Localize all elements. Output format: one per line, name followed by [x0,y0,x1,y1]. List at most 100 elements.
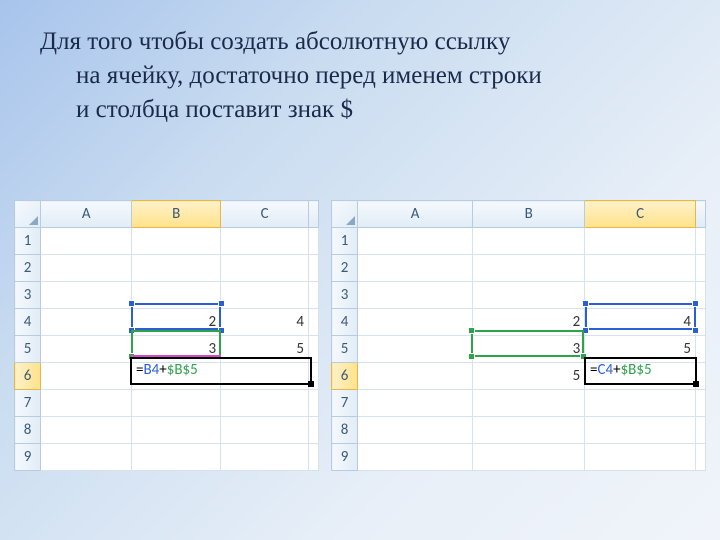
col-header-C[interactable]: C [221,201,309,228]
cell[interactable] [358,309,473,336]
row-header-1[interactable]: 1 [332,228,358,255]
cell[interactable] [221,417,309,444]
cell[interactable] [309,228,319,255]
cell[interactable] [41,417,132,444]
row-header-3[interactable]: 3 [15,282,41,309]
cell[interactable] [41,363,132,390]
row-header-9[interactable]: 9 [15,444,41,471]
cell[interactable] [309,282,319,309]
cell[interactable] [309,309,319,336]
cell[interactable] [473,444,585,471]
cell-C4[interactable]: 4 [221,309,309,336]
cell-C4[interactable]: 4 [585,309,696,336]
cell[interactable] [41,309,132,336]
cell[interactable] [358,282,473,309]
cell[interactable] [696,363,706,390]
cell[interactable] [585,444,696,471]
cell[interactable] [358,336,473,363]
cell[interactable] [585,282,696,309]
cell[interactable] [358,417,473,444]
cell[interactable] [473,390,585,417]
col-header-B[interactable]: B [132,201,221,228]
cell[interactable] [696,336,706,363]
row-header-8[interactable]: 8 [15,417,41,444]
cell[interactable] [585,417,696,444]
cell[interactable] [41,336,132,363]
row-header-5[interactable]: 5 [332,336,358,363]
cell-B6[interactable]: 5 [473,363,585,390]
cell[interactable] [221,282,309,309]
cell[interactable] [132,282,221,309]
cell[interactable] [358,255,473,282]
cell[interactable] [696,228,706,255]
row-header-4[interactable]: 4 [15,309,41,336]
formula-ref: C4 [597,361,613,379]
col-header-B[interactable]: B [473,201,585,228]
cell[interactable] [309,363,319,390]
cell[interactable] [473,228,585,255]
cell[interactable] [221,255,309,282]
cell[interactable] [585,390,696,417]
cell[interactable] [132,444,221,471]
cell-B4[interactable]: 2 [473,309,585,336]
cell[interactable] [309,336,319,363]
cell[interactable] [41,444,132,471]
cell[interactable] [309,255,319,282]
row-header-6[interactable]: 6 [332,363,358,390]
col-header-A[interactable]: A [358,201,473,228]
cell[interactable] [41,255,132,282]
row-header-1[interactable]: 1 [15,228,41,255]
row-header-2[interactable]: 2 [332,255,358,282]
cell[interactable] [696,255,706,282]
cell-C5[interactable]: 5 [585,336,696,363]
row-header-7[interactable]: 7 [332,390,358,417]
cell[interactable] [221,444,309,471]
row-header-8[interactable]: 8 [332,417,358,444]
cell[interactable] [358,390,473,417]
cell[interactable] [309,444,319,471]
row-header-6[interactable]: 6 [15,363,41,390]
cell[interactable] [221,390,309,417]
row-header-9[interactable]: 9 [332,444,358,471]
cell-B5[interactable]: 3 [132,336,221,363]
col-header-C[interactable]: C [585,201,696,228]
cell[interactable] [473,282,585,309]
cell[interactable] [696,417,706,444]
cell[interactable] [41,390,132,417]
cell[interactable] [696,309,706,336]
cell[interactable] [221,228,309,255]
cell[interactable] [473,417,585,444]
cell[interactable] [358,444,473,471]
cell[interactable] [41,282,132,309]
cell[interactable] [132,255,221,282]
cell[interactable] [41,228,132,255]
col-header-A[interactable]: A [41,201,132,228]
row-header-4[interactable]: 4 [332,309,358,336]
cell-C5[interactable]: 5 [221,336,309,363]
cell[interactable] [585,228,696,255]
cell[interactable] [473,255,585,282]
cell[interactable] [696,444,706,471]
cell[interactable] [696,390,706,417]
grid-left[interactable]: A B C 1 2 3 424 535 6 7 8 9 [14,200,319,471]
cell-B5[interactable]: 3 [473,336,585,363]
cell[interactable] [221,363,309,390]
select-all-corner[interactable] [332,201,358,228]
row-header-5[interactable]: 5 [15,336,41,363]
cell[interactable] [309,390,319,417]
grid-right[interactable]: A B C 1 2 3 424 535 65 7 8 9 [331,200,706,471]
select-all-corner[interactable] [15,201,41,228]
row-header-7[interactable]: 7 [15,390,41,417]
row-header-3[interactable]: 3 [332,282,358,309]
cell-B4[interactable]: 2 [132,309,221,336]
cell[interactable] [132,390,221,417]
cell[interactable] [309,417,319,444]
cell[interactable] [585,255,696,282]
cell[interactable] [132,228,221,255]
formula-op: + [613,361,620,379]
cell[interactable] [358,363,473,390]
row-header-2[interactable]: 2 [15,255,41,282]
cell[interactable] [132,417,221,444]
cell[interactable] [696,282,706,309]
cell[interactable] [358,228,473,255]
